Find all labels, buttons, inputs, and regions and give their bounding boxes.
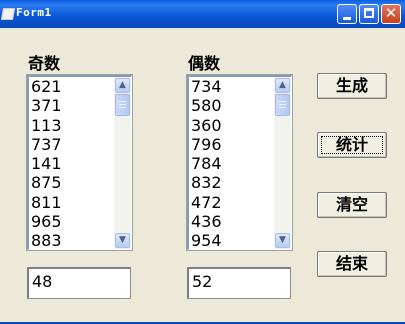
odd-scrollbar[interactable]: ▲ ▼ xyxy=(114,77,131,249)
close-button[interactable]: ✕ xyxy=(381,4,401,24)
odd-count-field[interactable]: 48 xyxy=(27,267,131,299)
list-item[interactable]: 734 xyxy=(191,77,275,96)
clear-button[interactable]: 清空 xyxy=(317,192,387,218)
list-item[interactable]: 883 xyxy=(31,231,115,250)
minimize-icon xyxy=(343,17,351,20)
even-scrollbar[interactable]: ▲ ▼ xyxy=(274,77,291,249)
minimize-button[interactable] xyxy=(337,4,357,24)
list-item[interactable]: 472 xyxy=(191,193,275,212)
list-item[interactable]: 141 xyxy=(31,154,115,173)
list-item[interactable]: 965 xyxy=(31,212,115,231)
even-listbox[interactable]: 734 580 360 796 784 832 472 436 954 ▲ ▼ xyxy=(186,74,293,251)
close-icon: ✕ xyxy=(384,4,398,22)
even-list[interactable]: 734 580 360 796 784 832 472 436 954 xyxy=(191,77,275,251)
even-count-field[interactable]: 52 xyxy=(187,267,291,299)
list-item[interactable]: 621 xyxy=(31,77,115,96)
odd-list[interactable]: 621 371 113 737 141 875 811 965 883 xyxy=(31,77,115,251)
list-item[interactable]: 371 xyxy=(31,96,115,115)
list-item[interactable]: 832 xyxy=(191,173,275,192)
list-item[interactable]: 113 xyxy=(31,116,115,135)
list-item[interactable]: 954 xyxy=(191,231,275,250)
title-bar[interactable]: Form1 ✕ xyxy=(0,0,405,28)
arrow-up-icon[interactable]: ▲ xyxy=(275,78,290,93)
scroll-thumb[interactable] xyxy=(115,94,130,116)
arrow-down-icon[interactable]: ▼ xyxy=(115,233,130,248)
arrow-down-icon[interactable]: ▼ xyxy=(275,233,290,248)
arrow-up-icon[interactable]: ▲ xyxy=(115,78,130,93)
window-title: Form1 xyxy=(16,6,52,19)
list-item[interactable]: 796 xyxy=(191,135,275,154)
odd-listbox[interactable]: 621 371 113 737 141 875 811 965 883 ▲ ▼ xyxy=(26,74,133,251)
list-item[interactable]: 436 xyxy=(191,212,275,231)
end-button[interactable]: 结束 xyxy=(317,251,387,277)
list-item[interactable]: 811 xyxy=(31,193,115,212)
generate-button[interactable]: 生成 xyxy=(317,73,387,99)
odd-label: 奇数 xyxy=(28,54,61,73)
even-label: 偶数 xyxy=(188,54,221,73)
list-item[interactable]: 580 xyxy=(191,96,275,115)
count-button[interactable]: 统计 xyxy=(317,132,387,158)
maximize-icon xyxy=(364,8,374,18)
list-item[interactable]: 360 xyxy=(191,116,275,135)
list-item[interactable]: 737 xyxy=(31,135,115,154)
app-icon xyxy=(0,8,16,20)
maximize-button[interactable] xyxy=(359,4,379,24)
list-item[interactable]: 875 xyxy=(31,173,115,192)
scroll-thumb[interactable] xyxy=(275,94,290,116)
list-item[interactable]: 784 xyxy=(191,154,275,173)
